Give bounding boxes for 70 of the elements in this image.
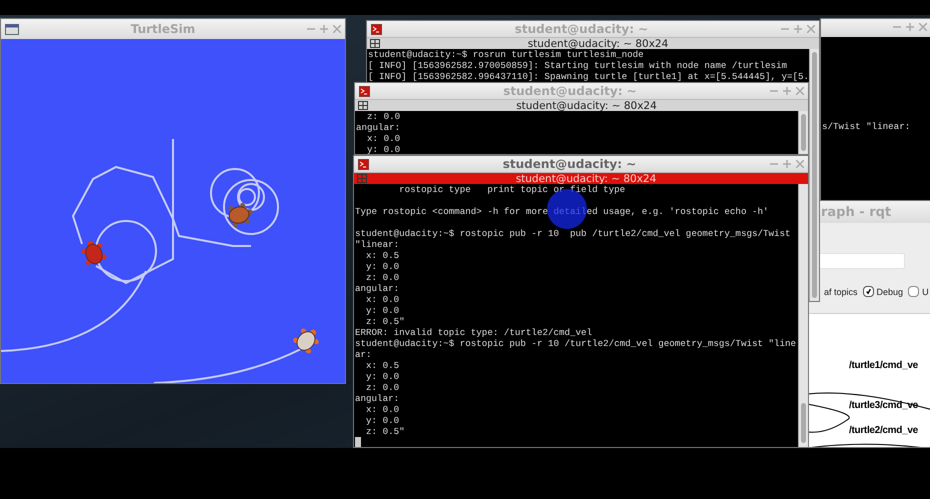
terminal-line: y: 0.0: [365, 305, 400, 316]
window-title: student@udacity: ~: [502, 157, 638, 171]
close-icon[interactable]: [919, 23, 927, 31]
trail-circle: [95, 220, 157, 282]
terminal-line: y: 0.0: [365, 371, 400, 382]
terminal-icon: [371, 24, 382, 34]
terminal-line: x: 0.5: [365, 250, 400, 261]
terminal-tab-title: student@udacity: ~ 80x24: [514, 172, 658, 184]
maximize-icon[interactable]: [794, 25, 802, 33]
terminal-line: s/Twist "linear:: [822, 121, 910, 132]
terminal-tab-title: student@udacity: ~ 80x24: [515, 100, 658, 112]
graph-node-label[interactable]: /turtle2/cmd_ve: [849, 425, 918, 436]
terminal-line: x: 0.0: [365, 404, 400, 415]
window-icon: [5, 24, 19, 34]
terminal-line: y: 0.0: [365, 415, 400, 426]
checkbox-label: Debug: [876, 286, 904, 296]
terminal-tab-title: student@udacity: ~ 80x24: [526, 38, 670, 50]
terminal-line: y: 0.0: [366, 144, 400, 154]
terminal-line: student@udacity:~$ rostopic pub -r 10 pub /turtle2/cmd_vel geometry_msgs/Twist: [355, 228, 791, 239]
window-title: raph - rqt: [820, 204, 892, 220]
maximize-icon[interactable]: [783, 160, 791, 168]
maximize-icon[interactable]: [783, 87, 791, 95]
terminal-line: x: 0.0: [365, 294, 400, 305]
turtle-drawing: [228, 202, 253, 228]
graph-node-label[interactable]: /turtle3/cmd_ve: [849, 400, 918, 411]
graph-node-label[interactable]: /turtle1/cmd_ve: [849, 360, 918, 371]
terminal-line: student@udacity:~$ rostopic pub -r 10 /turtle2/cmd_vel geometry_msgs/Twist "line: [355, 338, 796, 349]
terminal-line: angular:: [355, 393, 400, 404]
terminal-line: student@udacity:~$ rosrun turtlesim turtlesim_node: [368, 49, 644, 60]
terminal-line: "linear:: [355, 239, 400, 250]
terminal-line: y: 0.0: [365, 261, 400, 272]
terminal-icon: [358, 158, 369, 170]
scrollbar-thumb[interactable]: [812, 52, 817, 298]
terminal-line: z: 0.0: [365, 382, 400, 393]
close-icon[interactable]: [796, 87, 804, 95]
scrollbar[interactable]: [798, 184, 808, 447]
terminal-line: ERROR: invalid topic type: /turtle2/cmd_vel: [355, 327, 592, 338]
terminal-line: z: 0.0: [365, 272, 400, 283]
close-icon[interactable]: [333, 25, 341, 33]
checkbox[interactable]: [862, 286, 874, 297]
terminal-line: z: 0.5": [365, 316, 405, 327]
turtle-drawing: [293, 328, 319, 354]
turtle-drawing: [81, 240, 107, 265]
terminal-line: [ INFO] [1563962582.996437110]: Spawning turtle [turtle1] at x=[5.544445], y=[5.: [368, 71, 809, 82]
terminal-line: [ INFO] [1563962582.970050859]: Starting turtlesim with node name /turtlesim: [368, 60, 788, 71]
terminal-line: z: 0.0: [366, 111, 400, 122]
grid-icon[interactable]: [370, 39, 380, 48]
close-icon[interactable]: [796, 160, 804, 168]
checkbox[interactable]: [908, 286, 920, 297]
terminal-line: x: 0.5: [365, 360, 400, 371]
scrollbar-thumb[interactable]: [801, 114, 806, 151]
close-icon[interactable]: [807, 25, 815, 33]
terminal-line: ar:: [355, 349, 372, 360]
maximize-icon[interactable]: [906, 23, 914, 31]
grid-icon[interactable]: [358, 101, 368, 110]
scrollbar[interactable]: [809, 49, 819, 301]
terminal-line: x: 0.0: [366, 133, 400, 144]
window-title: student@udacity: ~: [514, 22, 650, 36]
scrollbar-thumb[interactable]: [801, 403, 806, 443]
terminal-line: angular:: [355, 283, 400, 294]
window-title: student@udacity: ~: [502, 84, 638, 98]
checkbox-label: U: [922, 286, 929, 296]
filter-field[interactable]: [817, 253, 905, 269]
maximize-icon[interactable]: [320, 25, 328, 33]
terminal-icon: [359, 86, 370, 96]
window-title: TurtleSim: [130, 22, 196, 36]
terminal-line: angular:: [356, 122, 400, 133]
scrollbar[interactable]: [798, 111, 808, 154]
checkbox-label: af topics: [824, 286, 858, 296]
terminal-line: z: 0.5": [365, 426, 405, 437]
